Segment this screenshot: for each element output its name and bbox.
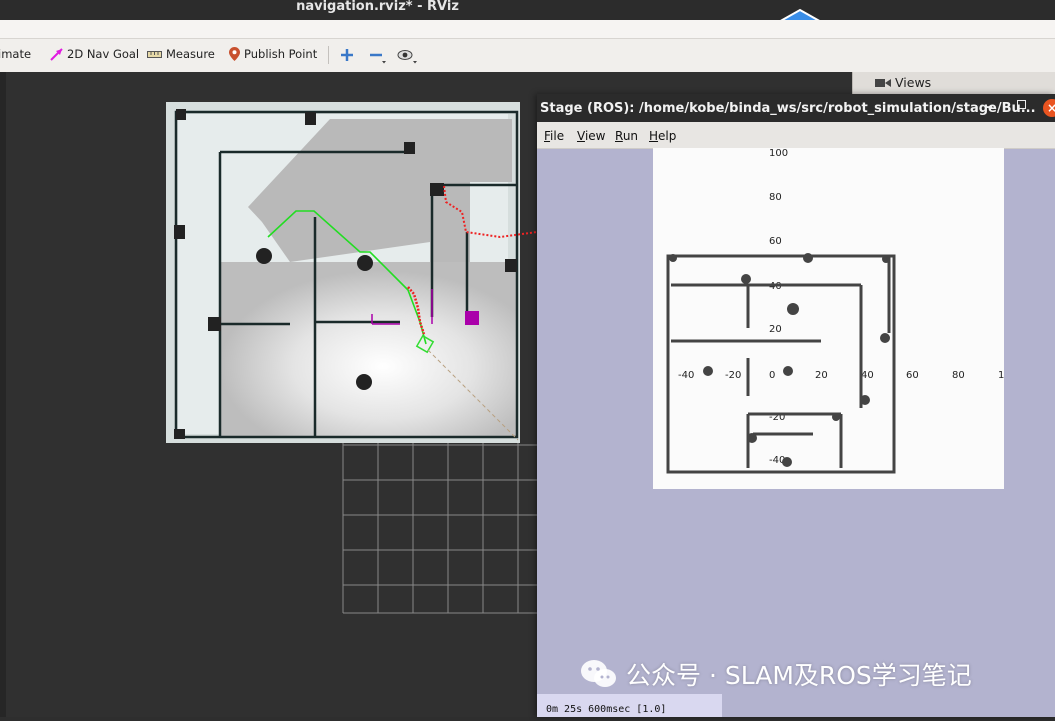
- views-panel-title: Views: [895, 75, 932, 90]
- stage-title-bar: Stage (ROS): /home/kobe/binda_ws/src/rob…: [537, 94, 1055, 122]
- stage-canvas[interactable]: 100 80 60 40 20 -20 -40 -40 -20 0 20 40 …: [653, 148, 1017, 489]
- tool-measure[interactable]: Measure: [147, 47, 215, 61]
- rviz-left-dock: [0, 72, 6, 717]
- stage-title: Stage (ROS): /home/kobe/binda_ws/src/rob…: [540, 101, 1036, 116]
- sim-time-readout: 0m 25s 600msec [1.0]: [546, 704, 667, 715]
- y-tick-label: 80: [769, 192, 782, 203]
- nav-goal-arrow-icon: [50, 47, 63, 61]
- tool-publish-point[interactable]: Publish Point: [229, 47, 317, 61]
- close-icon[interactable]: ×: [1043, 99, 1055, 117]
- tool-label: 2D Nav Goal: [67, 47, 140, 61]
- x-tick-label: 40: [861, 370, 874, 381]
- stage-status-bar: 0m 25s 600msec [1.0]: [537, 694, 722, 717]
- y-tick-label: 60: [769, 236, 782, 247]
- menu-run[interactable]: Run: [615, 129, 638, 143]
- watermark-text: 公众号 · SLAM及ROS学习笔记: [626, 661, 972, 690]
- x-tick-label: 20: [815, 370, 828, 381]
- x-tick-label: 80: [952, 370, 965, 381]
- stage-world-view: 100 80 60 40 20 -20 -40 -40 -20 0 20 40 …: [666, 148, 1017, 474]
- menu-view[interactable]: View: [577, 129, 605, 143]
- x-tick-label: 60: [906, 370, 919, 381]
- stage-window: Stage (ROS): /home/kobe/binda_ws/src/rob…: [537, 94, 1055, 717]
- x-tick-label: 100: [998, 370, 1004, 381]
- menu-strip: [0, 20, 1055, 39]
- zoom-in-icon[interactable]: [340, 48, 354, 62]
- window-title: navigation.rviz* - RViz: [296, 0, 459, 14]
- camera-icon: [875, 79, 891, 87]
- local-costmap: [220, 262, 516, 436]
- tool-2d-pose-estimate[interactable]: imate: [0, 47, 31, 61]
- tool-label: imate: [0, 47, 32, 61]
- menu-file[interactable]: File: [544, 129, 564, 143]
- tool-label: Publish Point: [244, 47, 318, 61]
- menu-help[interactable]: Help: [649, 129, 676, 143]
- views-panel-header[interactable]: Views: [852, 72, 1055, 94]
- rviz-title-bar: navigation.rviz* - RViz: [0, 0, 1055, 20]
- tool-2d-nav-goal[interactable]: 2D Nav Goal: [50, 47, 139, 61]
- tool-label: Measure: [166, 47, 215, 61]
- wechat-watermark: 公众号 · SLAM及ROS学习笔记: [580, 656, 972, 692]
- toolbar-separator: [328, 46, 329, 64]
- wechat-icon: [581, 660, 616, 687]
- stage-menu-bar: File View Run Help: [537, 122, 1055, 149]
- ruler-icon: [147, 50, 162, 58]
- maximize-icon[interactable]: [1017, 100, 1026, 109]
- y-tick-label: 20: [769, 324, 782, 335]
- zoom-out-icon[interactable]: [369, 48, 387, 64]
- eye-icon[interactable]: [397, 48, 419, 64]
- map-pin-icon: [229, 47, 240, 61]
- x-tick-label: -20: [725, 370, 741, 381]
- x-tick-label: 0: [769, 370, 775, 381]
- x-tick-label: -40: [678, 370, 694, 381]
- rviz-toolbar: imate 2D Nav Goal Measure Publish Point: [0, 20, 1055, 73]
- y-tick-label: 100: [769, 148, 788, 159]
- minimize-icon[interactable]: –: [986, 99, 993, 115]
